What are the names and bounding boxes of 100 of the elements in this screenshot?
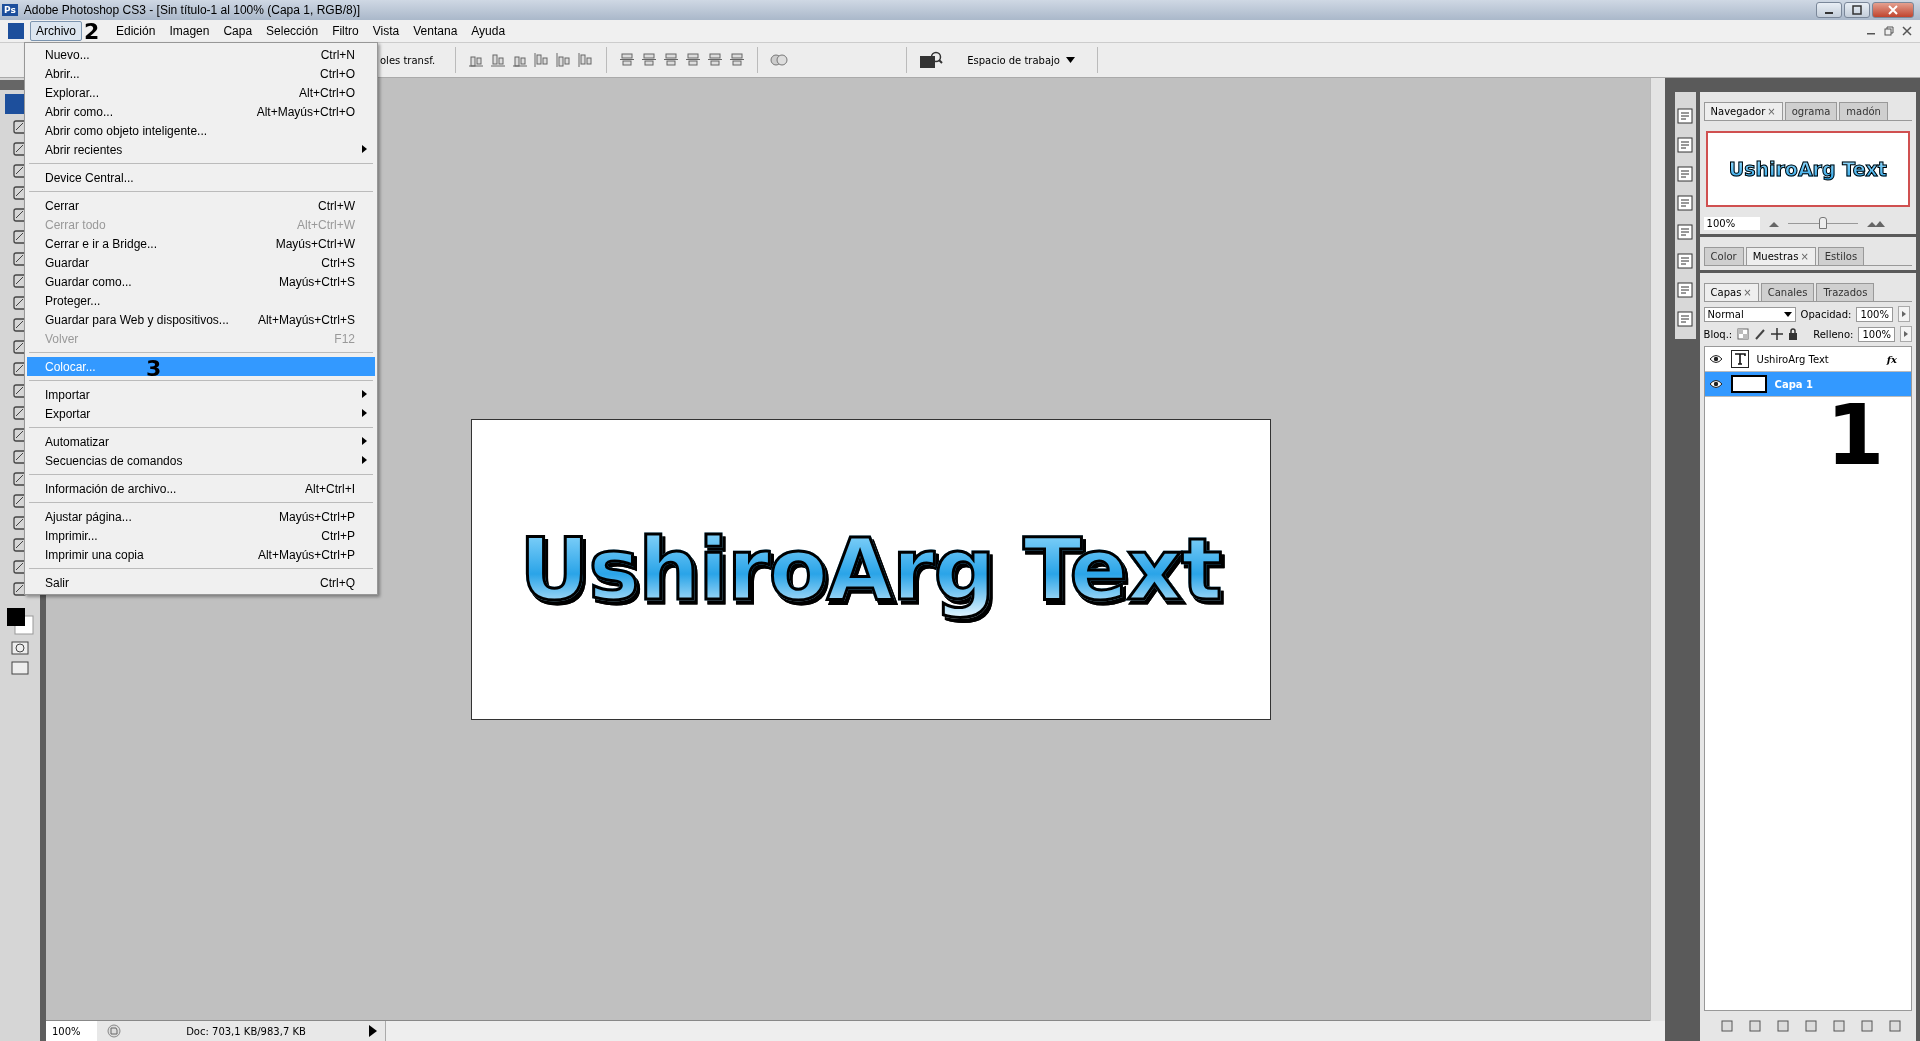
- submenu-arrow-icon: [362, 437, 367, 445]
- menu-item[interactable]: Abrir como... Alt+Mayús+Ctrl+O: [27, 102, 375, 121]
- distribute-icon[interactable]: [619, 52, 636, 68]
- panel-icon[interactable]: [1675, 106, 1696, 126]
- menu-item[interactable]: Exportar: [27, 404, 375, 423]
- lock-icon[interactable]: [1788, 328, 1799, 340]
- vertical-scrollbar[interactable]: [1650, 78, 1665, 1021]
- submenu-arrow-icon: [362, 390, 367, 398]
- menu-item[interactable]: Abrir como objeto inteligente...: [27, 121, 375, 140]
- window-title: Adobe Photoshop CS3 - [Sin título-1 al 100% (Capa 1, RGB/8)]: [23, 3, 360, 17]
- menu-item[interactable]: Salir Ctrl+Q: [27, 573, 375, 592]
- menu-item[interactable]: Guardar como... Mayús+Ctrl+S: [27, 272, 375, 291]
- menu-item[interactable]: Ayuda: [465, 21, 512, 41]
- workspace-button[interactable]: Espacio de trabajo: [949, 54, 1085, 66]
- panel-tab[interactable]: Color: [1703, 247, 1744, 265]
- distribute-icon[interactable]: [729, 52, 746, 68]
- close-icon[interactable]: [1902, 26, 1912, 36]
- zoom-slider-thumb[interactable]: [1818, 217, 1827, 229]
- panel-tab[interactable]: Navegador ×: [1703, 102, 1783, 120]
- play-arrow-icon[interactable]: [369, 1025, 377, 1037]
- panel-icon[interactable]: [1675, 164, 1696, 184]
- zoom-field[interactable]: 100%: [1703, 217, 1760, 230]
- submenu-arrow-icon: [362, 145, 367, 153]
- maximize-button[interactable]: [1844, 2, 1870, 18]
- submenu-arrow-icon: [362, 409, 367, 417]
- brush-icon[interactable]: [1754, 328, 1767, 340]
- panel-icon[interactable]: [1675, 251, 1696, 271]
- distribute-icon[interactable]: [641, 52, 658, 68]
- auto-align-icon[interactable]: [770, 52, 789, 68]
- panel-icon[interactable]: [1675, 193, 1696, 213]
- caret-icon: [1065, 57, 1075, 63]
- panel-tab[interactable]: ograma: [1784, 102, 1838, 120]
- distribute-icon[interactable]: [707, 52, 724, 68]
- restore-icon[interactable]: [1884, 26, 1894, 36]
- maximize-icon: [1852, 5, 1862, 15]
- color-swatches-icon[interactable]: [5, 606, 35, 636]
- eye-icon[interactable]: [1708, 354, 1723, 364]
- menu-item[interactable]: Guardar Ctrl+S: [27, 253, 375, 272]
- zoom-field[interactable]: 100%: [46, 1021, 97, 1041]
- menu-item[interactable]: Imprimir... Ctrl+P: [27, 526, 375, 545]
- align-icon[interactable]: [556, 52, 573, 68]
- app-logo-icon: [8, 23, 24, 39]
- panel-icon[interactable]: [1675, 309, 1696, 329]
- status-icon[interactable]: [107, 1024, 121, 1038]
- layer-name: Capa 1: [1774, 378, 1814, 390]
- app-logo: Ps: [2, 4, 18, 16]
- menu-item[interactable]: Imprimir una copia Alt+Mayús+Ctrl+P: [27, 545, 375, 564]
- distribute-icon[interactable]: [685, 52, 702, 68]
- menu-item[interactable]: Filtro: [326, 21, 365, 41]
- text-layer-icon: [1730, 350, 1749, 368]
- menu-item[interactable]: Imagen: [163, 21, 216, 41]
- menu-item[interactable]: Device Central...: [27, 168, 375, 187]
- panel-tab[interactable]: Estilos: [1817, 247, 1865, 265]
- menu-item[interactable]: Explorar... Alt+Ctrl+O: [27, 83, 375, 102]
- minimize-button[interactable]: [1816, 2, 1842, 18]
- menu-item[interactable]: Edición: [110, 21, 162, 41]
- menu-item[interactable]: Ventana: [407, 21, 464, 41]
- menu-item[interactable]: Cerrar e ir a Bridge... Mayús+Ctrl+W: [27, 234, 375, 253]
- close-button[interactable]: [1872, 2, 1914, 18]
- panel-tab[interactable]: Canales: [1760, 283, 1815, 301]
- menu-item[interactable]: Importar: [27, 385, 375, 404]
- menu-item[interactable]: Secuencias de comandos: [27, 451, 375, 470]
- panel-icon[interactable]: [1675, 222, 1696, 242]
- align-icon[interactable]: [534, 52, 551, 68]
- fill-field[interactable]: 100%: [1858, 326, 1895, 342]
- menu-item[interactable]: Guardar para Web y dispositivos... Alt+Mayús+Ctrl+S: [27, 310, 375, 329]
- panel-tab[interactable]: Capas ×: [1703, 283, 1759, 301]
- menu-item[interactable]: Selección: [260, 21, 325, 41]
- menu-item[interactable]: Abrir... Ctrl+O: [27, 64, 375, 83]
- bridge-icon[interactable]: [919, 51, 944, 69]
- align-icon[interactable]: [490, 52, 507, 68]
- horizontal-scrollbar[interactable]: [385, 1021, 1665, 1041]
- distribute-icon[interactable]: [663, 52, 680, 68]
- align-icon[interactable]: [578, 52, 595, 68]
- panel-tab[interactable]: Muestras ×: [1745, 247, 1816, 265]
- close-icon: [1888, 5, 1898, 15]
- menu-item[interactable]: Nuevo... Ctrl+N: [27, 45, 375, 64]
- menu-item[interactable]: Ajustar página... Mayús+Ctrl+P: [27, 507, 375, 526]
- menu-item[interactable]: Automatizar: [27, 432, 375, 451]
- eye-icon[interactable]: [1708, 379, 1723, 389]
- panel-tab[interactable]: madón: [1839, 102, 1888, 120]
- menu-item[interactable]: Cerrar Ctrl+W: [27, 196, 375, 215]
- menu-item[interactable]: Información de archivo... Alt+Ctrl+I: [27, 479, 375, 498]
- preview-text: UshiroArg Text: [1728, 158, 1887, 180]
- panel-icon[interactable]: [1675, 280, 1696, 300]
- blend-mode-dropdown[interactable]: Normal: [1703, 306, 1796, 322]
- menu-item[interactable]: Capa: [217, 21, 259, 41]
- panel-tab[interactable]: Trazados: [1816, 283, 1875, 301]
- zoom-out-icon[interactable]: [1767, 219, 1780, 228]
- menu-item[interactable]: Abrir recientes: [27, 140, 375, 159]
- move-icon[interactable]: [1771, 328, 1784, 340]
- menu-item[interactable]: Archivo: [30, 21, 82, 41]
- opacity-field[interactable]: 100%: [1856, 306, 1893, 322]
- menu-item[interactable]: Proteger...: [27, 291, 375, 310]
- panel-icon[interactable]: [1675, 135, 1696, 155]
- fill-label: Relleno:: [1813, 328, 1854, 340]
- zoom-in-icon[interactable]: [1865, 219, 1886, 228]
- menu-item[interactable]: Vista: [366, 21, 406, 41]
- quick-mask-icon[interactable]: [11, 640, 29, 656]
- minimize-icon: [1825, 12, 1833, 14]
